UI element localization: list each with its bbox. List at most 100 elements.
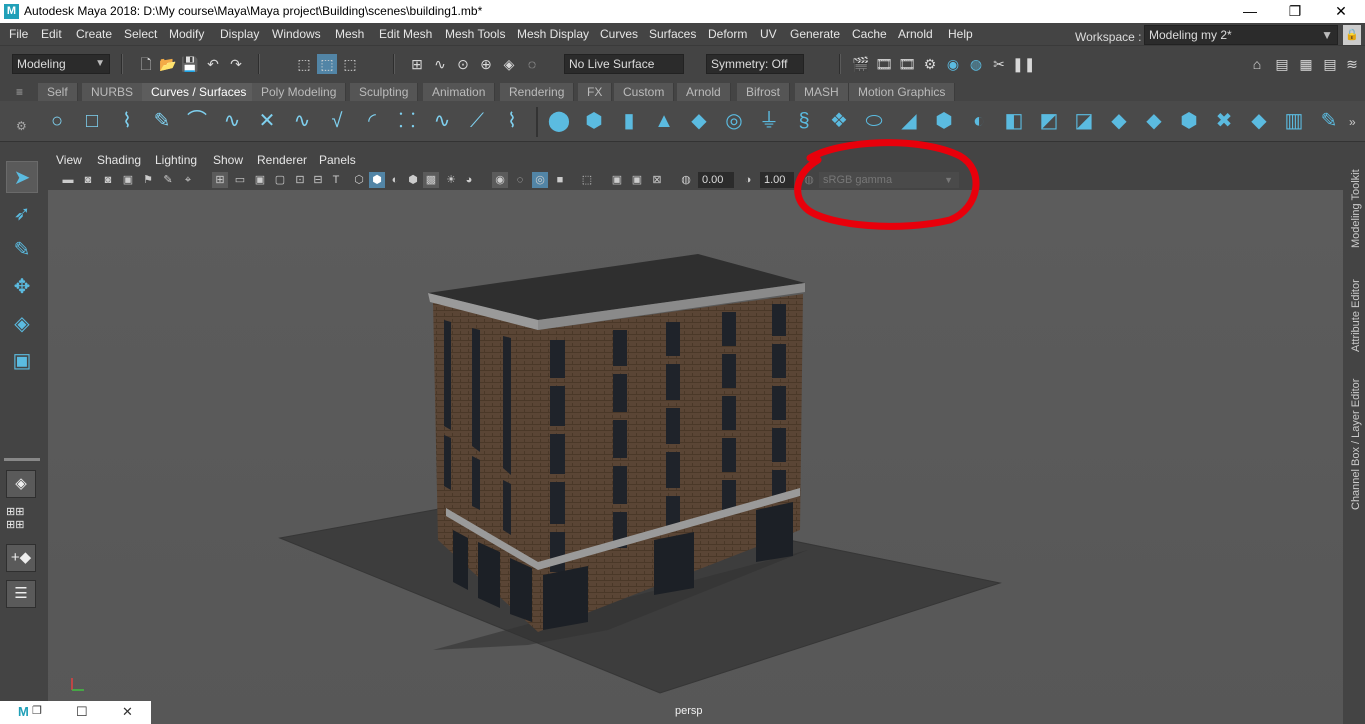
menu-mesh[interactable]: Mesh (335, 27, 364, 41)
ep-curve-icon[interactable]: ✎ (149, 108, 175, 134)
menu-windows[interactable]: Windows (272, 27, 321, 41)
offset-curve-icon[interactable]: ∿ (429, 108, 455, 134)
snap-view-icon[interactable]: ⊕ (476, 54, 496, 74)
2d-pan-zoom-icon[interactable]: ⌖ (180, 172, 196, 188)
detach-curves-icon[interactable]: √ (324, 108, 350, 134)
snap-point-icon[interactable]: ⊙ (453, 54, 473, 74)
boundary-icon[interactable]: ◐ (966, 108, 992, 134)
live-surface-field[interactable]: No Live Surface (564, 54, 684, 74)
tab-self[interactable]: Self (38, 83, 78, 101)
snap-curve-icon[interactable]: ∿ (430, 54, 450, 74)
modeling-toolkit-icon[interactable]: ⌂ (1247, 54, 1267, 74)
nurbs-plane-icon[interactable]: ◆ (686, 108, 712, 134)
paint-select-icon[interactable]: ✎ (6, 234, 38, 266)
minimize-button[interactable]: — (1227, 0, 1273, 23)
panel-menu-panels[interactable]: Panels (319, 153, 356, 167)
perspective-viewport[interactable]: persp (48, 190, 1343, 724)
menu-select[interactable]: Select (124, 27, 157, 41)
textured-icon[interactable]: ▩ (423, 172, 439, 188)
menu-generate[interactable]: Generate (790, 27, 840, 41)
tab-channel-box[interactable]: Channel Box / Layer Editor (1347, 372, 1365, 512)
tab-fx[interactable]: FX (578, 83, 613, 101)
trim-icon[interactable]: ◆ (1106, 108, 1132, 134)
close-button[interactable]: ✕ (1318, 0, 1364, 23)
sculpt-geometry-icon[interactable]: ✎ (1316, 108, 1342, 134)
intersect-icon[interactable]: ◪ (1071, 108, 1097, 134)
open-close-surface-icon[interactable]: ◆ (1246, 108, 1272, 134)
panel-menu-view[interactable]: View (56, 153, 82, 167)
menu-modify[interactable]: Modify (169, 27, 204, 41)
exposure-field[interactable]: 0.00 (698, 172, 734, 188)
tab-attribute-editor[interactable]: Attribute Editor (1347, 268, 1365, 362)
tab-arnold[interactable]: Arnold (677, 83, 731, 101)
arnold-render-icon[interactable]: ✂ (989, 54, 1009, 74)
gate-mask-icon[interactable]: ▢ (272, 172, 288, 188)
use-all-lights-icon[interactable]: ☀ (443, 172, 459, 188)
lock-icon[interactable]: 🔒 (1343, 25, 1361, 45)
nurbs-cylinder-icon[interactable]: ▮ (616, 108, 642, 134)
workspace-select[interactable]: Modeling my 2* ▼ (1144, 25, 1338, 45)
panel-menu-lighting[interactable]: Lighting (155, 153, 197, 167)
tab-curves-surfaces[interactable]: Curves / Surfaces (142, 83, 257, 101)
xray-joints-icon[interactable]: ▣ (629, 172, 645, 188)
extrude-icon[interactable]: ⬭ (861, 108, 887, 134)
snap-surface-icon[interactable]: ◈ (499, 54, 519, 74)
safe-action-icon[interactable]: ⊟ (310, 172, 326, 188)
wireframe-icon[interactable]: ⬡ (351, 172, 367, 188)
camera-attributes-icon[interactable]: ◙ (80, 172, 96, 188)
tab-motion-graphics[interactable]: Motion Graphics (849, 83, 956, 101)
render-current-icon[interactable]: 🎬 (851, 54, 871, 74)
save-scene-icon[interactable]: 💾 (180, 54, 200, 74)
field-chart-icon[interactable]: ⊡ (292, 172, 308, 188)
xray-components-icon[interactable]: ⊠ (649, 172, 665, 188)
select-tool-icon[interactable]: ➤ (6, 161, 38, 193)
tab-custom[interactable]: Custom (614, 83, 675, 101)
menu-mesh-tools[interactable]: Mesh Tools (445, 27, 505, 41)
arc-tool-icon[interactable]: ✕ (254, 108, 280, 134)
close-icon[interactable]: ✕ (122, 704, 133, 720)
menuset-select[interactable]: Modeling ▼ (12, 54, 110, 74)
nurbs-square-icon[interactable]: □ (79, 108, 105, 134)
bezier-curve-icon[interactable]: ⌒ (184, 108, 210, 134)
tab-poly-modeling[interactable]: Poly Modeling (252, 83, 347, 101)
lasso-tool-icon[interactable]: ➶ (6, 198, 38, 230)
gear-icon[interactable]: ⚙ (16, 119, 27, 133)
shelf-menu-icon[interactable]: ≡ (16, 85, 23, 99)
open-scene-icon[interactable]: 📂 (158, 54, 178, 74)
project-curve-icon[interactable]: ◩ (1036, 108, 1062, 134)
add-points-icon[interactable]: ⌇ (499, 108, 525, 134)
render-settings-icon[interactable]: ⚙ (920, 54, 940, 74)
menu-curves[interactable]: Curves (600, 27, 638, 41)
snap-live-icon[interactable]: ◌ (522, 54, 542, 74)
tab-bifrost[interactable]: Bifrost (737, 83, 791, 101)
bevel-plus-icon[interactable]: ⬢ (931, 108, 957, 134)
symmetry-select[interactable]: Symmetry: Off (706, 54, 804, 74)
isolate-select-icon[interactable]: ⬚ (579, 172, 595, 188)
panel-menu-shading[interactable]: Shading (97, 153, 141, 167)
menu-edit[interactable]: Edit (41, 27, 62, 41)
tool-settings-icon[interactable]: ▦ (1296, 54, 1316, 74)
menu-arnold[interactable]: Arnold (898, 27, 933, 41)
depth-of-field-icon[interactable]: ■ (552, 172, 568, 188)
birail-icon[interactable]: ◢ (896, 108, 922, 134)
exposure-icon[interactable]: ◍ (678, 172, 694, 188)
planar-icon[interactable]: ❖ (826, 108, 852, 134)
persp-outliner-icon[interactable]: +◆ (6, 544, 36, 572)
nurbs-sphere-icon[interactable]: ⬤ (546, 108, 572, 134)
detach-surface-icon[interactable]: ✖ (1211, 108, 1237, 134)
smooth-shade-icon[interactable]: ⬢ (369, 172, 385, 188)
shelf-scroll-icon[interactable]: » (1349, 115, 1356, 129)
render-view-icon[interactable]: ◍ (966, 54, 986, 74)
minimized-window[interactable]: M ❐ ☐ ✕ (0, 701, 151, 724)
bookmark-flag-icon[interactable]: ⚑ (140, 172, 156, 188)
rotate-tool-icon[interactable]: ◈ (6, 308, 38, 340)
panel-menu-show[interactable]: Show (213, 153, 243, 167)
safe-title-icon[interactable]: T (328, 172, 344, 188)
rebuild-curve-icon[interactable]: ⟋ (464, 108, 490, 134)
tab-rendering[interactable]: Rendering (500, 83, 575, 101)
redo-icon[interactable]: ↷ (226, 54, 246, 74)
grease-pencil-icon[interactable]: ✎ (160, 172, 176, 188)
nurbs-cone-icon[interactable]: ▲ (651, 108, 677, 134)
bookmark-icon[interactable]: ◙ (100, 172, 116, 188)
tab-nurbs[interactable]: NURBS (82, 83, 144, 101)
